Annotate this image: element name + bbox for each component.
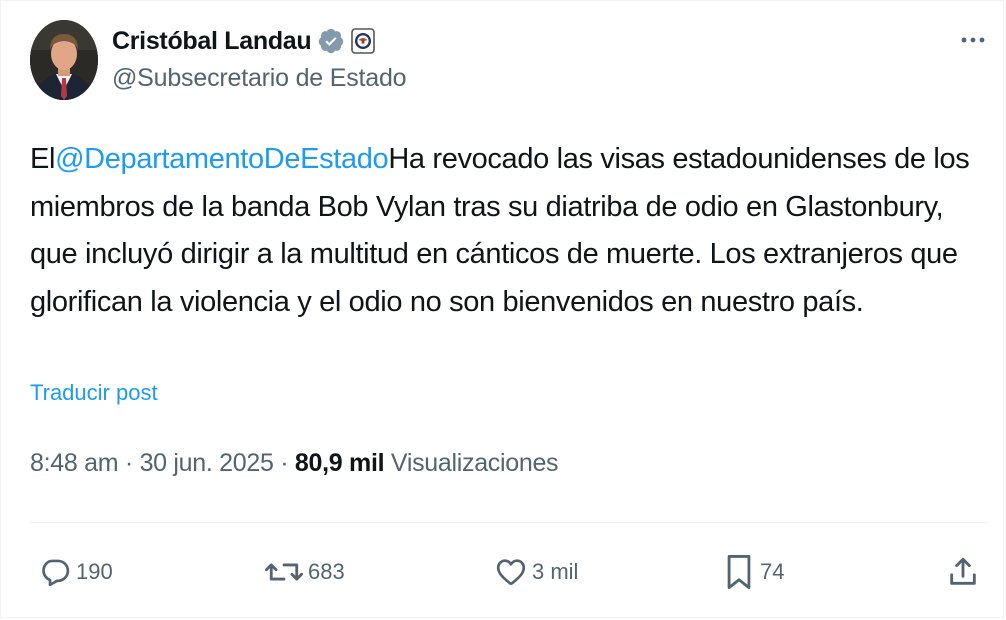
share-icon [946, 555, 980, 589]
views-count: 80,9 mil [294, 449, 385, 477]
post-text-prefix: El [30, 143, 56, 175]
reply-count: 190 [76, 559, 113, 584]
post-text: El@DepartamentoDeEstadoHa revocado las v… [30, 136, 980, 326]
post-date[interactable]: 30 jun. 2025 [140, 449, 274, 478]
translate-post-link[interactable]: Traducir post [30, 380, 158, 406]
meta-separator: · [118, 449, 140, 477]
reply-icon [38, 555, 72, 589]
divider [30, 522, 988, 523]
reply-button[interactable]: 190 [38, 552, 113, 592]
views-label: Visualizaciones [384, 449, 559, 477]
author-name-row: Cristóbal Landau [112, 24, 376, 58]
bookmark-count: 74 [760, 559, 785, 584]
like-button[interactable]: 3 mil [494, 552, 578, 592]
post-time[interactable]: 8:48 am [30, 449, 119, 478]
meta-separator: · [273, 449, 295, 477]
repost-icon [264, 555, 304, 589]
bookmark-icon [722, 552, 756, 592]
bookmark-button[interactable]: 74 [722, 552, 784, 592]
verified-badge-icon[interactable] [317, 27, 345, 55]
repost-button[interactable]: 683 [264, 552, 345, 592]
state-department-seal-icon[interactable] [351, 28, 376, 54]
share-button[interactable] [946, 552, 980, 592]
bottom-divider [30, 617, 988, 618]
mention-link[interactable]: @DepartamentoDeEstado [55, 143, 389, 175]
avatar[interactable] [30, 20, 98, 100]
repost-count: 683 [308, 559, 345, 584]
author-display-name[interactable]: Cristóbal Landau [112, 27, 312, 56]
heart-icon [494, 555, 528, 589]
like-count: 3 mil [532, 559, 579, 584]
post-meta: 8:48 am · 30 jun. 2025 · 80,9 mil Visual… [30, 449, 559, 478]
more-options-icon[interactable] [958, 30, 988, 50]
author-handle[interactable]: @Subsecretario de Estado [112, 64, 407, 93]
